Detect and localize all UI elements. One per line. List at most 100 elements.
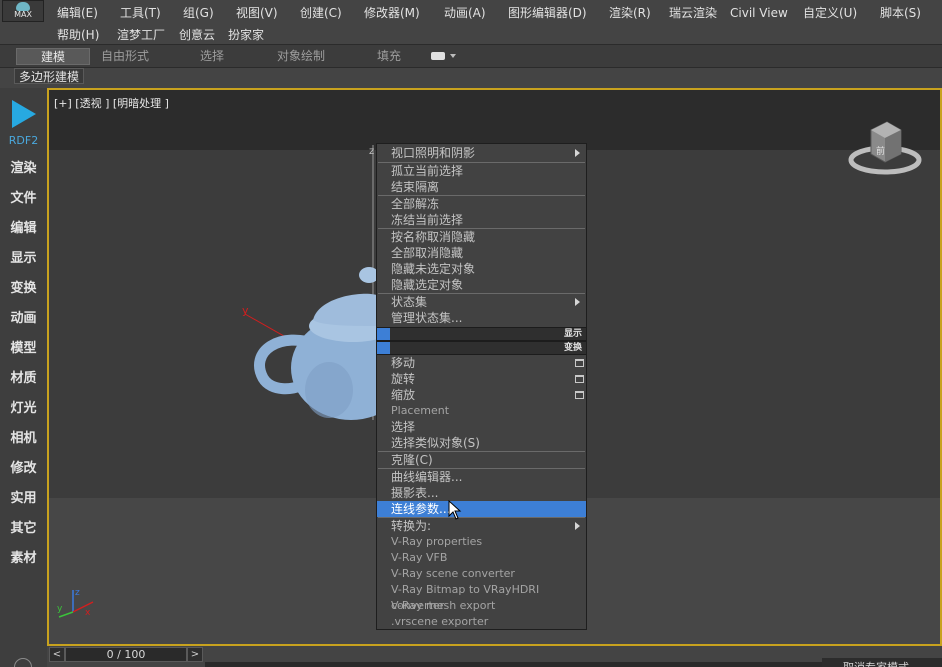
- ctx-vray-vfb[interactable]: V-Ray VFB: [377, 550, 586, 566]
- teapot-lid-dome: [313, 293, 379, 326]
- settings-box-icon[interactable]: [575, 391, 584, 399]
- ctx-convert-to[interactable]: 转换为:: [377, 518, 586, 534]
- sidebar-item-light[interactable]: 灯光: [0, 398, 47, 420]
- tab-modeling[interactable]: 建模: [16, 48, 90, 65]
- tab-selection[interactable]: 选择: [200, 48, 224, 65]
- ctx-scale[interactable]: 缩放: [377, 387, 586, 403]
- ctx-vray-properties[interactable]: V-Ray properties: [377, 534, 586, 550]
- ctx-state-sets[interactable]: 状态集: [377, 294, 586, 310]
- ribbon-minimize-icon: [431, 52, 445, 60]
- y-axis-label: y: [242, 304, 249, 317]
- sidebar-item-material[interactable]: 材质: [0, 368, 47, 390]
- sidebar-item-transform[interactable]: 变换: [0, 278, 47, 300]
- menu-group[interactable]: 组(G): [183, 3, 214, 23]
- ctx-dope-sheet[interactable]: 摄影表...: [377, 485, 586, 501]
- tab-object-paint[interactable]: 对象绘制: [277, 48, 325, 65]
- ribbon-options-dropdown[interactable]: [431, 50, 457, 62]
- app-logo-button[interactable]: MAX: [2, 0, 44, 22]
- time-slider[interactable]: 0 / 100: [65, 647, 187, 662]
- viewcube-icon[interactable]: 前: [847, 120, 923, 180]
- sidebar-item-utility[interactable]: 实用: [0, 488, 47, 510]
- ribbon-subpanel: 多边形建模: [0, 68, 942, 85]
- sidebar-item-edit[interactable]: 编辑: [0, 218, 47, 240]
- rdf-sidebar: RDF2 渲染 文件 编辑 显示 变换 动画 模型 材质 灯光 相机 修改 实用…: [0, 88, 47, 667]
- menu-bar: MAX 编辑(E) 工具(T) 组(G) 视图(V) 创建(C) 修改器(M) …: [0, 0, 942, 44]
- menu-tools[interactable]: 工具(T): [120, 3, 161, 23]
- menu-render-dream[interactable]: 渲梦工厂: [117, 25, 165, 45]
- ctx-end-isolate[interactable]: 结束隔离: [377, 179, 586, 195]
- ctx-header-transform: 变换: [377, 341, 586, 355]
- settings-box-icon[interactable]: [575, 375, 584, 383]
- menu-banjiajia[interactable]: 扮家家: [228, 25, 264, 45]
- ctx-vray-mesh-export[interactable]: V-Ray mesh export: [377, 598, 586, 614]
- ctx-rotate[interactable]: 旋转: [377, 371, 586, 387]
- tab-populate[interactable]: 填充: [377, 48, 401, 65]
- ribbon-toolbar: 建模 自由形式 选择 对象绘制 填充: [0, 44, 942, 68]
- time-prev-button[interactable]: <: [49, 647, 65, 662]
- submenu-arrow-icon: [575, 522, 580, 530]
- quad-context-menu: 视口照明和阴影 孤立当前选择 结束隔离 全部解冻 冻结当前选择 按名称取消隐藏 …: [376, 143, 587, 630]
- menu-create[interactable]: 创建(C): [300, 3, 342, 23]
- ctx-select[interactable]: 选择: [377, 419, 586, 435]
- sidebar-item-assets[interactable]: 素材: [0, 548, 47, 570]
- ctx-clone[interactable]: 克隆(C): [377, 452, 586, 468]
- ctx-wire-parameters[interactable]: 连线参数...: [377, 501, 586, 517]
- settings-box-icon[interactable]: [575, 359, 584, 367]
- tripod-z-label: z: [75, 588, 80, 598]
- ctx-header-display: 显示: [377, 327, 586, 341]
- app-logo-text: MAX: [14, 10, 32, 19]
- sidebar-item-animation[interactable]: 动画: [0, 308, 47, 330]
- sidebar-item-other[interactable]: 其它: [0, 518, 47, 540]
- menu-help[interactable]: 帮助(H): [57, 25, 99, 45]
- ctx-select-similar[interactable]: 选择类似对象(S): [377, 435, 586, 451]
- rdf-logo-text: RDF2: [8, 134, 39, 147]
- ctx-manage-state-sets[interactable]: 管理状态集...: [377, 310, 586, 326]
- menu-civil-view[interactable]: Civil View: [730, 3, 788, 23]
- menu-scripting[interactable]: 脚本(S): [880, 3, 921, 23]
- ctx-isolate-selection[interactable]: 孤立当前选择: [377, 163, 586, 179]
- sidebar-item-render[interactable]: 渲染: [0, 158, 47, 180]
- ctx-move[interactable]: 移动: [377, 355, 586, 371]
- tab-freeform[interactable]: 自由形式: [101, 48, 149, 65]
- menu-customize[interactable]: 自定义(U): [803, 3, 857, 23]
- time-next-button[interactable]: >: [187, 647, 203, 662]
- axis-tripod: z y x: [57, 588, 94, 618]
- menu-edit[interactable]: 编辑(E): [57, 3, 98, 23]
- ctx-vrscene-exporter[interactable]: .vrscene exporter: [377, 614, 586, 630]
- menu-views[interactable]: 视图(V): [236, 3, 278, 23]
- submenu-arrow-icon: [575, 298, 580, 306]
- ctx-unhide-all[interactable]: 全部取消隐藏: [377, 245, 586, 261]
- menu-modifiers[interactable]: 修改器(M): [364, 3, 420, 23]
- ctx-freeze-selection[interactable]: 冻结当前选择: [377, 212, 586, 228]
- chevron-down-icon: [450, 54, 456, 58]
- sidebar-item-modify[interactable]: 修改: [0, 458, 47, 480]
- ctx-curve-editor[interactable]: 曲线编辑器...: [377, 469, 586, 485]
- ctx-viewport-lighting[interactable]: 视口照明和阴影: [377, 145, 586, 161]
- tripod-x-label: x: [85, 608, 91, 618]
- ctx-placement[interactable]: Placement: [377, 403, 586, 419]
- menu-raysync[interactable]: 瑞云渲染: [669, 3, 717, 23]
- ctx-unfreeze-all[interactable]: 全部解冻: [377, 196, 586, 212]
- menu-graph-editors[interactable]: 图形编辑器(D): [508, 3, 587, 23]
- sidebar-item-file[interactable]: 文件: [0, 188, 47, 210]
- sidebar-item-model[interactable]: 模型: [0, 338, 47, 360]
- ctx-unhide-by-name[interactable]: 按名称取消隐藏: [377, 229, 586, 245]
- viewcube-front-label: 前: [876, 145, 885, 157]
- ctx-hide-selection[interactable]: 隐藏选定对象: [377, 277, 586, 293]
- menu-animation[interactable]: 动画(A): [444, 3, 486, 23]
- menu-rendering[interactable]: 渲染(R): [609, 3, 651, 23]
- ctx-vray-scene-converter[interactable]: V-Ray scene converter: [377, 566, 586, 582]
- expert-mode-button[interactable]: 取消专家模式: [822, 658, 942, 667]
- sidebar-item-camera[interactable]: 相机: [0, 428, 47, 450]
- ctx-hide-unselected[interactable]: 隐藏未选定对象: [377, 261, 586, 277]
- z-axis-label: z: [369, 146, 374, 157]
- tripod-y-label: y: [57, 604, 63, 614]
- mouse-cursor-icon: [448, 500, 462, 520]
- timeline-track[interactable]: [205, 662, 825, 667]
- polygon-modeling-panel[interactable]: 多边形建模: [14, 68, 84, 84]
- rdf-logo-icon: [8, 98, 40, 128]
- sidebar-item-display[interactable]: 显示: [0, 248, 47, 270]
- ctx-vray-bitmap-converter[interactable]: V-Ray Bitmap to VRayHDRI converter: [377, 582, 586, 612]
- menu-creative-cloud[interactable]: 创意云: [179, 25, 215, 45]
- time-slider-bar: < 0 / 100 > 取消专家模式: [47, 646, 942, 667]
